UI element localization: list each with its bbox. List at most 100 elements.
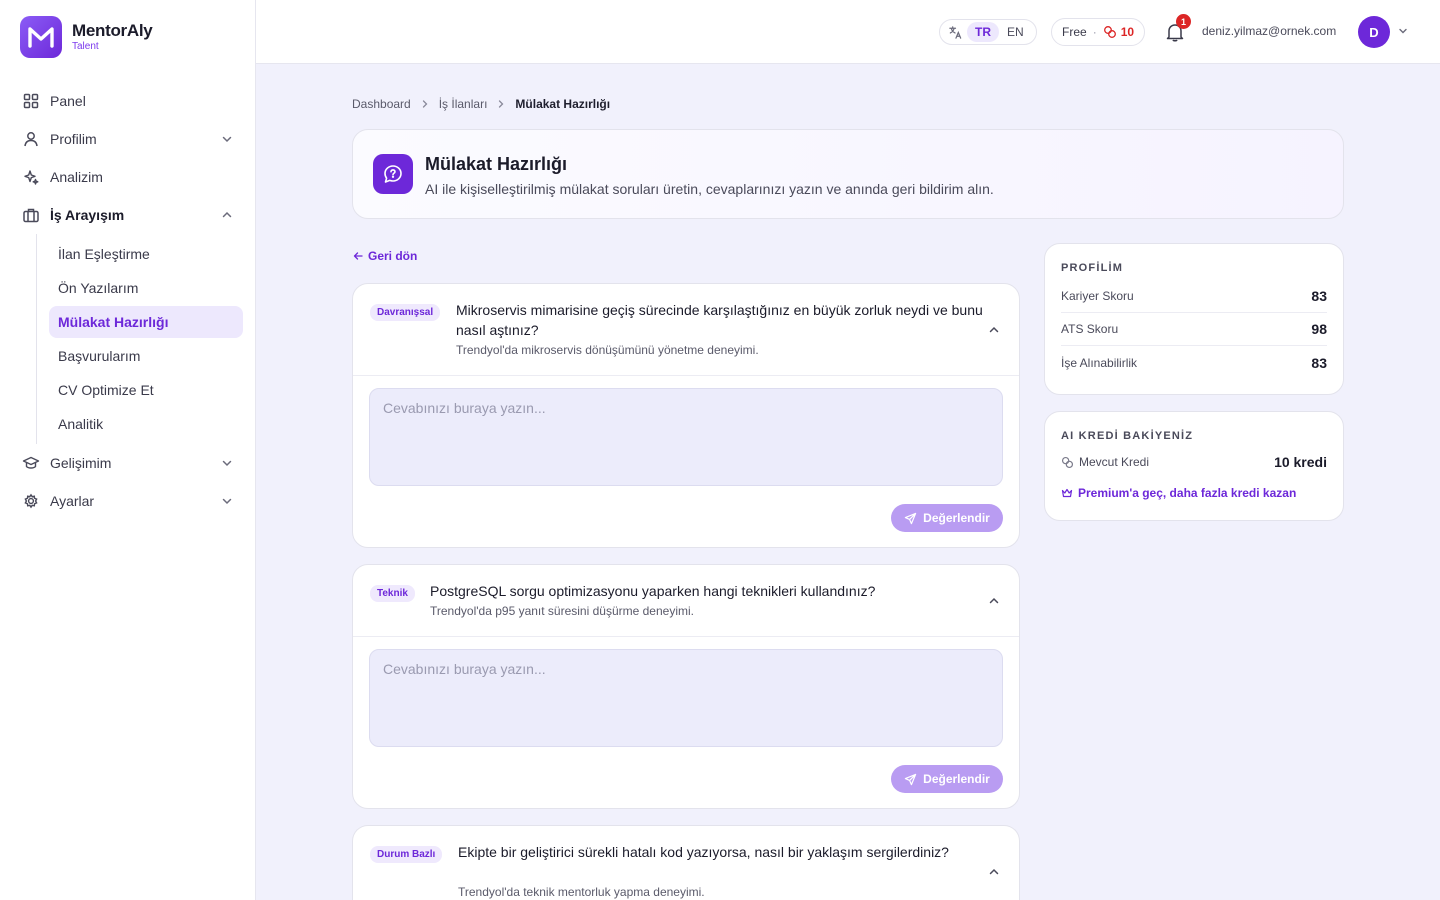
sidebar-item-ayarlar[interactable]: Ayarlar (12, 482, 244, 520)
back-label: Geri dön (368, 249, 418, 263)
question-card: Davranışsal Mikroservis mimarisine geçiş… (352, 283, 1020, 548)
question-context: Trendyol'da mikroservis dönüşümünü yönet… (456, 343, 759, 357)
question-context: Trendyol'da teknik mentorluk yapma deney… (458, 885, 705, 899)
chevron-up-icon (222, 211, 232, 218)
question-category-badge: Davranışsal (370, 304, 441, 321)
coins-icon (1103, 26, 1116, 38)
page-header-card: Mülakat Hazırlığı AI ile kişiselleştiril… (352, 129, 1344, 219)
score-row: İşe Alınabilirlik 83 (1061, 346, 1327, 379)
sidebar-item-label: İş Arayışım (50, 207, 125, 223)
grid-icon (23, 93, 39, 109)
sidebar-subitem-ilan-eslestirme[interactable]: İlan Eşleştirme (49, 238, 243, 270)
question-category-badge: Teknik (370, 585, 415, 602)
arrow-left-icon (353, 252, 363, 260)
user-icon (24, 132, 38, 147)
breadcrumb-parent[interactable]: İş İlanları (439, 97, 488, 111)
question-header[interactable]: Durum Bazlı Ekipte bir geliştirici sürek… (353, 826, 1019, 900)
sidebar-item-label: Panel (50, 93, 86, 109)
evaluate-button[interactable]: Değerlendir (891, 765, 1003, 793)
brand-logo[interactable]: MentorAly Talent (20, 16, 153, 58)
score-label: ATS Skoru (1061, 322, 1119, 336)
chevron-down-icon (222, 136, 232, 143)
sidebar: MentorAly Talent Panel Profilim Analizim… (0, 0, 256, 900)
premium-label: Premium'a geç, daha fazla kredi kazan (1078, 486, 1297, 500)
answer-input[interactable] (369, 388, 1003, 486)
send-icon (904, 512, 917, 524)
back-link[interactable]: Geri dön (352, 249, 417, 263)
question-header[interactable]: Teknik PostgreSQL sorgu optimizasyonu ya… (353, 565, 1019, 637)
chevron-up-icon[interactable] (987, 323, 1001, 337)
sidebar-subitem-on-yazilarim[interactable]: Ön Yazılarım (49, 272, 243, 304)
evaluate-label: Değerlendir (923, 772, 990, 786)
sidebar-item-label: Profilim (50, 131, 97, 147)
evaluate-button[interactable]: Değerlendir (891, 504, 1003, 532)
score-label: Kariyer Skoru (1061, 289, 1134, 303)
profile-scores-panel: PROFİLİM Kariyer Skoru 83 ATS Skoru 98 İ… (1044, 243, 1344, 395)
question-card: Teknik PostgreSQL sorgu optimizasyonu ya… (352, 564, 1020, 809)
send-icon (904, 773, 917, 785)
breadcrumb-home[interactable]: Dashboard (352, 97, 411, 111)
logo-mark-icon (20, 16, 62, 58)
plan-separator: · (1092, 25, 1097, 39)
chevron-up-icon[interactable] (987, 865, 1001, 879)
crown-icon (1061, 488, 1073, 498)
sparkles-icon (24, 170, 39, 185)
question-card: Durum Bazlı Ekipte bir geliştirici sürek… (352, 825, 1020, 900)
score-row: Kariyer Skoru 83 (1061, 280, 1327, 313)
brand-name: MentorAly (72, 20, 153, 40)
score-value: 83 (1311, 354, 1327, 371)
premium-upgrade-link[interactable]: Premium'a geç, daha fazla kredi kazan (1061, 486, 1327, 500)
sidebar-item-label: Gelişimim (50, 455, 112, 471)
sidebar-subnav: İlan Eşleştirme Ön Yazılarım Mülakat Haz… (36, 234, 244, 444)
sidebar-subitem-mulakat-hazirligi[interactable]: Mülakat Hazırlığı (49, 306, 243, 338)
lang-tr-button[interactable]: TR (967, 22, 999, 42)
lang-en-button[interactable]: EN (999, 22, 1032, 42)
graduation-cap-icon (22, 456, 40, 469)
user-email: deniz.yilmaz@ornek.com (1202, 24, 1337, 38)
sidebar-item-label: Ayarlar (50, 493, 95, 509)
question-category-badge: Durum Bazlı (370, 846, 443, 863)
chevron-down-icon (222, 498, 232, 505)
sidebar-subitem-analitik[interactable]: Analitik (49, 408, 243, 440)
plan-credits: 10 (1120, 25, 1135, 39)
question-text: Mikroservis mimarisine geçiş sürecinde k… (456, 302, 983, 338)
question-header[interactable]: Davranışsal Mikroservis mimarisine geçiş… (353, 284, 1019, 376)
chevron-down-icon[interactable] (1397, 25, 1409, 37)
sidebar-item-profilim[interactable]: Profilim (12, 120, 244, 158)
coins-icon (1061, 456, 1074, 468)
answer-input[interactable] (369, 649, 1003, 747)
question-text: Ekipte bir geliştirici sürekli hatalı ko… (458, 844, 949, 860)
panel-title: PROFİLİM (1061, 262, 1124, 274)
chat-question-icon (373, 154, 413, 194)
chevron-right-icon (422, 100, 428, 108)
sidebar-subitem-cv-optimize[interactable]: CV Optimize Et (49, 374, 243, 406)
avatar[interactable]: D (1358, 16, 1390, 48)
score-label: İşe Alınabilirlik (1061, 355, 1138, 370)
evaluate-label: Değerlendir (923, 511, 990, 525)
breadcrumb-current: Mülakat Hazırlığı (515, 97, 611, 111)
brand-sub: Talent (72, 40, 99, 52)
plan-badge[interactable]: Free · 10 (1051, 18, 1146, 46)
sidebar-item-panel[interactable]: Panel (12, 82, 244, 120)
question-context: Trendyol'da p95 yanıt süresini düşürme d… (430, 604, 694, 618)
panel-title: AI KREDİ BAKİYENİZ (1061, 430, 1194, 442)
breadcrumb: Dashboard İş İlanları Mülakat Hazırlığı (352, 97, 610, 111)
credit-label: Mevcut Kredi (1079, 455, 1150, 469)
gear-icon (24, 493, 38, 509)
sidebar-item-analizim[interactable]: Analizim (12, 158, 244, 196)
sidebar-item-is-arayisim[interactable]: İş Arayışım (12, 196, 244, 234)
sidebar-item-label: Analizim (50, 169, 103, 185)
language-switcher: TR EN (939, 19, 1037, 45)
chevron-up-icon[interactable] (987, 594, 1001, 608)
credit-row: Mevcut Kredi 10 kredi (1061, 448, 1327, 476)
chevron-right-icon (499, 100, 504, 108)
credit-value: 10 kredi (1274, 454, 1327, 470)
sidebar-subitem-basvurularim[interactable]: Başvurularım (49, 340, 243, 372)
sidebar-item-gelisimim[interactable]: Gelişimim (12, 444, 244, 482)
score-row: ATS Skoru 98 (1061, 313, 1327, 346)
score-value: 98 (1311, 321, 1327, 337)
credits-panel: AI KREDİ BAKİYENİZ Mevcut Kredi 10 kredi… (1044, 411, 1344, 521)
translate-icon (949, 25, 962, 39)
question-text: PostgreSQL sorgu optimizasyonu yaparken … (430, 583, 876, 599)
briefcase-icon (23, 208, 39, 223)
